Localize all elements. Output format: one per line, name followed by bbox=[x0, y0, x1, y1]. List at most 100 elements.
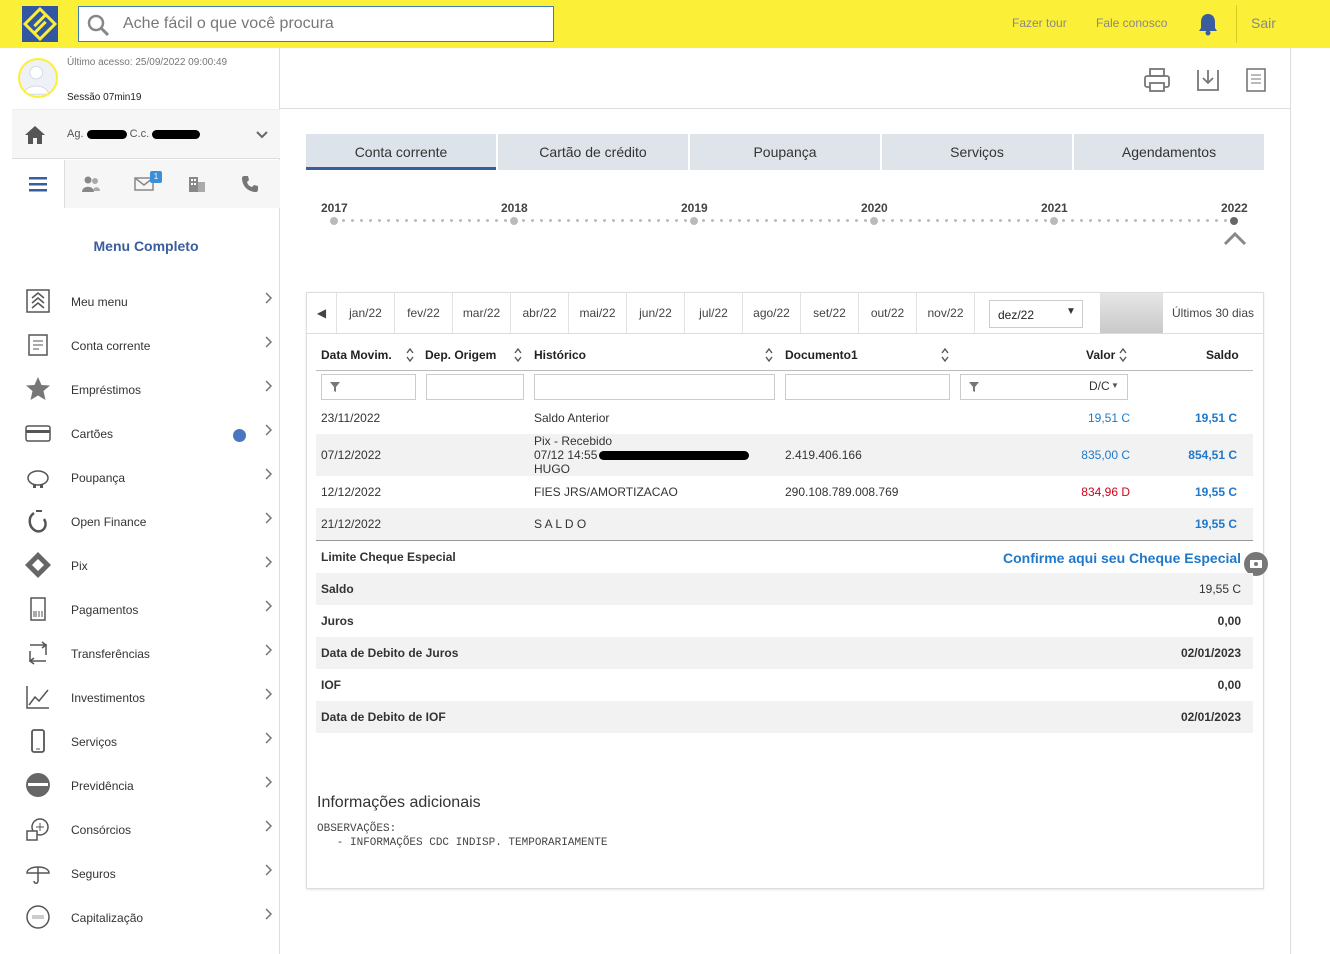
sort-icon[interactable] bbox=[941, 347, 949, 363]
sidebar-item-conta-corrente[interactable]: Conta corrente bbox=[12, 325, 280, 369]
tab-poupanca[interactable]: Poupança bbox=[690, 134, 880, 170]
notification-bell-icon[interactable] bbox=[1197, 12, 1219, 36]
sidebar-item-servicos[interactable]: Serviços bbox=[12, 721, 280, 765]
year-2017[interactable]: 2017 bbox=[321, 201, 348, 215]
chevron-right-icon[interactable] bbox=[264, 335, 274, 349]
search-box[interactable]: Ache fácil o que você procura bbox=[78, 6, 554, 42]
sort-icon[interactable] bbox=[406, 347, 414, 363]
tab-conta-corrente[interactable]: Conta corrente bbox=[306, 134, 496, 170]
print-icon[interactable] bbox=[1143, 66, 1171, 94]
tab-agencies[interactable] bbox=[171, 160, 224, 208]
chevron-right-icon[interactable] bbox=[264, 863, 274, 877]
sidebar-item-transferencias[interactable]: Transferências bbox=[12, 633, 280, 677]
sidebar-item-seguros[interactable]: Seguros bbox=[12, 853, 280, 897]
chevron-right-icon[interactable] bbox=[264, 467, 274, 481]
history-filter[interactable] bbox=[534, 374, 775, 400]
year-2021[interactable]: 2021 bbox=[1041, 201, 1068, 215]
sidebar-item-emprestimos[interactable]: Empréstimos bbox=[12, 369, 280, 413]
sidebar-item-poupanca[interactable]: Poupança bbox=[12, 457, 280, 501]
download-icon[interactable] bbox=[1194, 66, 1222, 94]
month-dropdown[interactable]: dez/22 ▼ bbox=[989, 300, 1083, 328]
chevron-right-icon[interactable] bbox=[264, 379, 274, 393]
header-document[interactable]: Documento1 bbox=[785, 348, 858, 362]
sidebar-item-pagamentos[interactable]: Pagamentos bbox=[12, 589, 280, 633]
header-value[interactable]: Valor bbox=[1086, 348, 1115, 362]
chevron-right-icon[interactable] bbox=[264, 907, 274, 921]
date-filter[interactable] bbox=[321, 374, 416, 400]
sidebar-item-previdencia[interactable]: Previdência bbox=[12, 765, 280, 809]
month-mar-22[interactable]: mar/22 bbox=[453, 293, 511, 333]
value-filter[interactable]: D/C ▼ bbox=[960, 374, 1128, 400]
month-mai-22[interactable]: mai/22 bbox=[569, 293, 627, 333]
sort-icon[interactable] bbox=[1119, 347, 1127, 363]
year-2018[interactable]: 2018 bbox=[501, 201, 528, 215]
month-jun-22[interactable]: jun/22 bbox=[627, 293, 685, 333]
timeline-year-marker[interactable] bbox=[870, 217, 878, 225]
chevron-right-icon[interactable] bbox=[264, 423, 274, 437]
month-out-22[interactable]: out/22 bbox=[859, 293, 917, 333]
tour-link[interactable]: Fazer tour bbox=[1012, 16, 1067, 30]
search-input[interactable]: Ache fácil o que você procura bbox=[123, 15, 334, 33]
document-filter[interactable] bbox=[785, 374, 950, 400]
tab-agendamentos[interactable]: Agendamentos bbox=[1074, 134, 1264, 170]
year-2022[interactable]: 2022 bbox=[1221, 201, 1248, 215]
sidebar-item-pix[interactable]: Pix bbox=[12, 545, 280, 589]
last-30-days-button[interactable]: Últimos 30 dias bbox=[1163, 293, 1263, 333]
chevron-right-icon[interactable] bbox=[264, 731, 274, 745]
contact-link[interactable]: Fale conosco bbox=[1096, 16, 1167, 30]
sidebar-item-meu-menu[interactable]: Meu menu bbox=[12, 281, 280, 325]
tab-phone[interactable] bbox=[224, 160, 280, 208]
chevron-right-icon[interactable] bbox=[264, 775, 274, 789]
timeline-year-marker[interactable] bbox=[690, 217, 698, 225]
timeline-year-marker[interactable] bbox=[330, 217, 338, 225]
building-icon bbox=[189, 177, 205, 192]
timeline-dot bbox=[450, 219, 453, 222]
timeline-dot bbox=[846, 219, 849, 222]
sidebar-item-open-finance[interactable]: Open Finance bbox=[12, 501, 280, 545]
chevron-right-icon[interactable] bbox=[264, 291, 274, 305]
tab-messages[interactable] bbox=[118, 160, 171, 208]
account-selector[interactable]: Ag. C.c. bbox=[12, 109, 280, 159]
chevron-right-icon[interactable] bbox=[264, 643, 274, 657]
timeline-year-marker[interactable] bbox=[1050, 217, 1058, 225]
tab-menu[interactable] bbox=[12, 160, 65, 208]
month-fev-22[interactable]: fev/22 bbox=[395, 293, 453, 333]
sidebar-item-investimentos[interactable]: Investimentos bbox=[12, 677, 280, 721]
sidebar-item-consorcios[interactable]: Consórcios bbox=[12, 809, 280, 853]
header-date[interactable]: Data Movim. bbox=[321, 348, 392, 362]
chevron-right-icon[interactable] bbox=[264, 555, 274, 569]
header-origin[interactable]: Dep. Origem bbox=[425, 348, 496, 362]
month-set-22[interactable]: set/22 bbox=[801, 293, 859, 333]
chevron-right-icon[interactable] bbox=[264, 819, 274, 833]
chevron-right-icon[interactable] bbox=[264, 511, 274, 525]
timeline-year-marker[interactable] bbox=[510, 217, 518, 225]
menu-title[interactable]: Menu Completo bbox=[12, 238, 280, 254]
sort-icon[interactable] bbox=[765, 347, 773, 363]
timeline-year-marker[interactable] bbox=[1230, 217, 1238, 225]
month-nov-22[interactable]: nov/22 bbox=[917, 293, 975, 333]
export-document-icon[interactable] bbox=[1243, 66, 1271, 94]
tab-cartao-credito[interactable]: Cartão de crédito bbox=[498, 134, 688, 170]
chevron-down-icon[interactable] bbox=[255, 128, 269, 142]
month-jul-22[interactable]: jul/22 bbox=[685, 293, 743, 333]
tab-servicos[interactable]: Serviços bbox=[882, 134, 1072, 170]
origin-filter[interactable] bbox=[426, 374, 524, 400]
cheque-especial-link[interactable]: Confirme aqui seu Cheque Especial bbox=[1003, 550, 1241, 566]
month-ago-22[interactable]: ago/22 bbox=[743, 293, 801, 333]
tab-contacts[interactable] bbox=[65, 160, 118, 208]
year-2019[interactable]: 2019 bbox=[681, 201, 708, 215]
header-history[interactable]: Histórico bbox=[534, 348, 586, 362]
year-2020[interactable]: 2020 bbox=[861, 201, 888, 215]
month-jan-22[interactable]: jan/22 bbox=[337, 293, 395, 333]
logout-button[interactable]: Sair bbox=[1251, 15, 1276, 31]
sort-icon[interactable] bbox=[514, 347, 522, 363]
chevron-right-icon[interactable] bbox=[264, 687, 274, 701]
prev-month-arrow-icon[interactable]: ◀ bbox=[307, 293, 337, 333]
month-abr-22[interactable]: abr/22 bbox=[511, 293, 569, 333]
chevron-right-icon[interactable] bbox=[264, 599, 274, 613]
sidebar-item-capitalizacao[interactable]: Capitalização bbox=[12, 897, 280, 941]
sidebar-item-cartoes[interactable]: Cartões bbox=[12, 413, 280, 457]
avatar[interactable] bbox=[18, 58, 58, 98]
bank-logo-icon[interactable] bbox=[20, 4, 60, 44]
chevron-up-icon[interactable] bbox=[1223, 230, 1247, 246]
